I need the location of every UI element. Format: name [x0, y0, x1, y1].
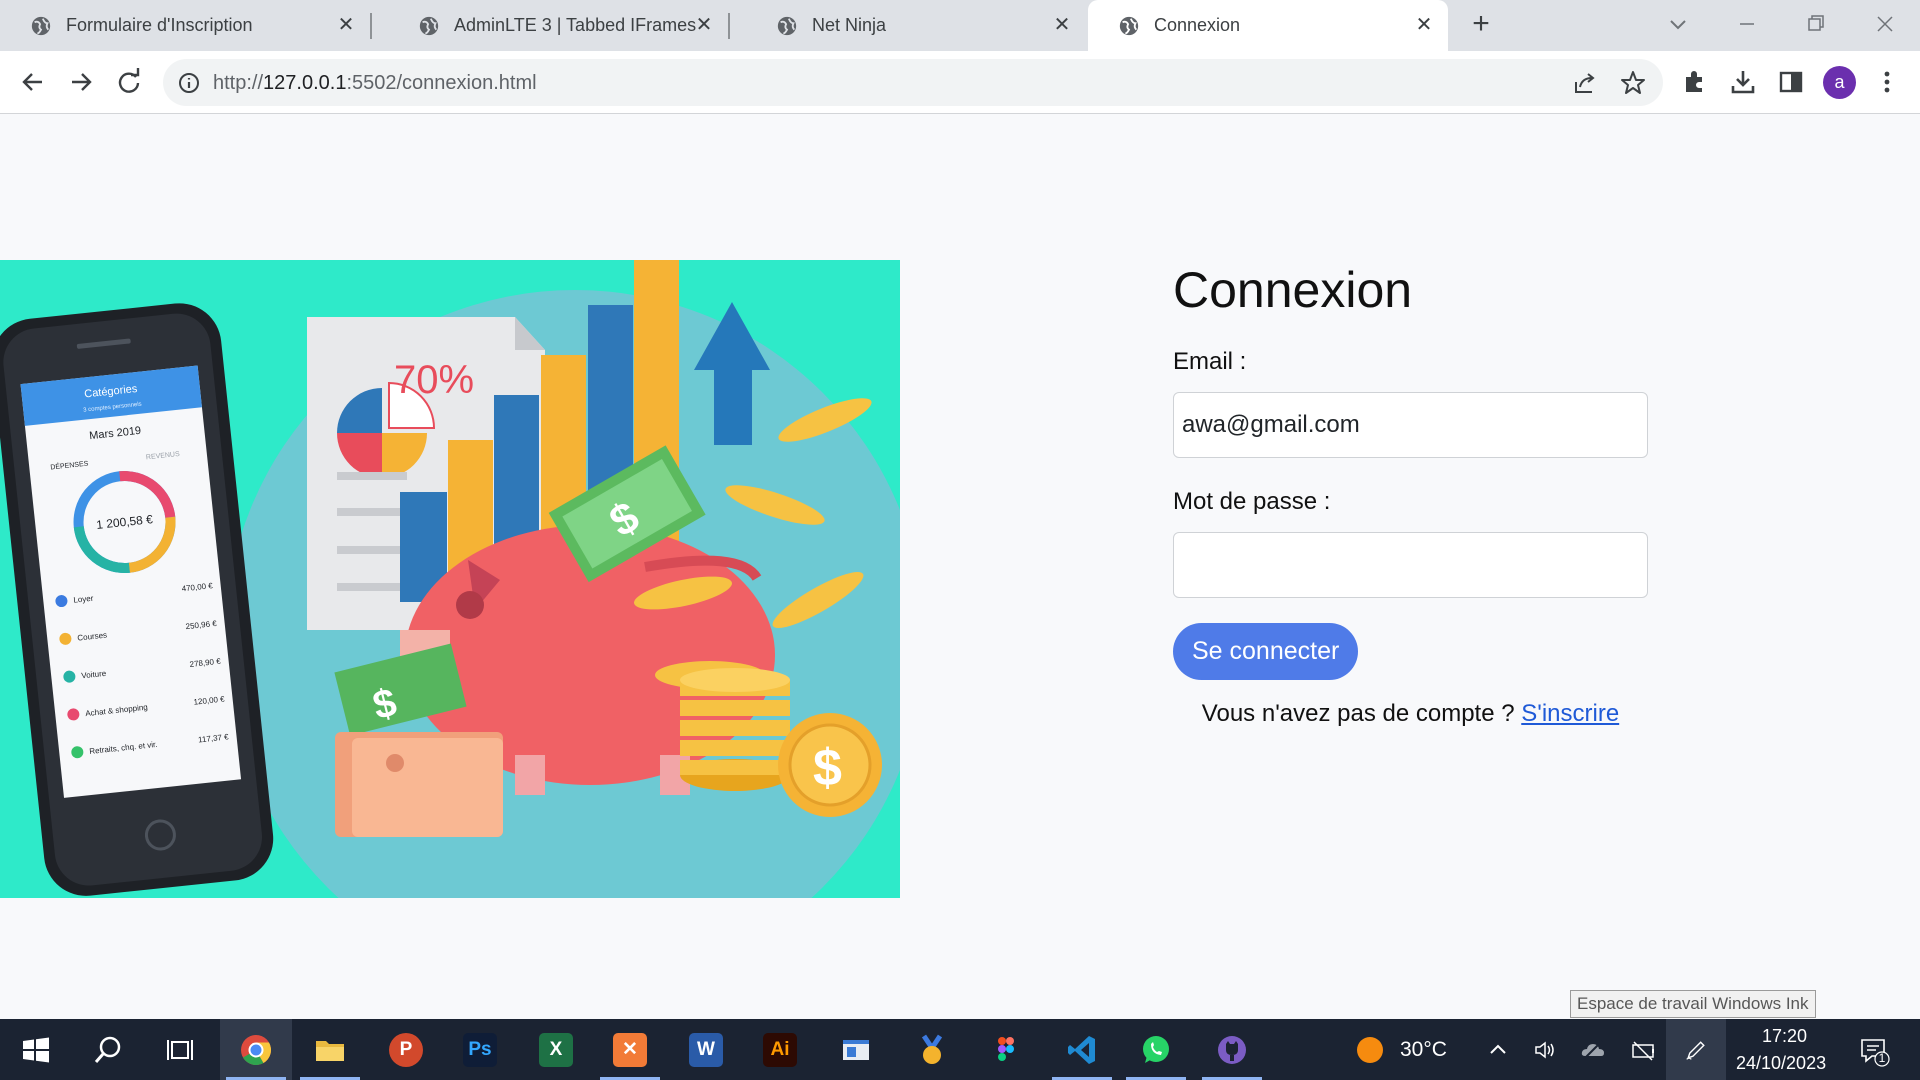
illustration-svg: 70% $ $ $ Catégories 3 comptes personnel… — [0, 260, 900, 898]
close-window-icon[interactable] — [1867, 6, 1903, 42]
illustrator-icon[interactable]: Ai — [744, 1019, 816, 1080]
tab-search-chevron-icon[interactable] — [1660, 6, 1696, 42]
percent-label: 70% — [394, 358, 474, 402]
globe-icon — [777, 16, 797, 35]
search-icon[interactable] — [72, 1019, 144, 1080]
tab-title: Net Ninja — [812, 15, 887, 35]
tab-adminlte[interactable]: AdminLTE 3 | Tabbed IFrames ✕ — [388, 0, 728, 51]
tab-formulaire[interactable]: Formulaire d'Inscription ✕ — [0, 0, 370, 51]
notification-count: 1 — [1878, 1051, 1886, 1065]
tab-close-icon[interactable]: ✕ — [1052, 15, 1072, 35]
signup-text: Vous n'avez pas de compte ? — [1201, 700, 1522, 727]
windows-taskbar: P Ps X ✕ W Ai 30°C 17:20 24/10/2023 1 — [0, 1019, 1920, 1080]
password-label: Mot de passe : — [1173, 488, 1331, 515]
tab-separator — [370, 13, 372, 39]
weather-temperature[interactable]: 30°C — [1400, 1038, 1447, 1062]
excel-icon[interactable]: X — [520, 1019, 592, 1080]
start-icon[interactable] — [0, 1019, 72, 1080]
extensions-icon[interactable] — [1678, 65, 1712, 99]
tab-connexion[interactable]: Connexion ✕ — [1088, 0, 1448, 51]
browser-toolbar: http://127.0.0.1:5502/connexion.html a — [0, 51, 1920, 114]
login-button[interactable]: Se connecter — [1173, 623, 1359, 680]
restore-icon[interactable] — [1798, 6, 1834, 42]
tab-separator — [728, 13, 730, 39]
notification-center-icon[interactable]: 1 — [1858, 1035, 1890, 1067]
tab-close-icon[interactable]: ✕ — [694, 15, 714, 35]
globe-icon — [419, 16, 439, 35]
tab-net-ninja[interactable]: Net Ninja ✕ — [746, 0, 1086, 51]
clock-time[interactable]: 17:20 — [1762, 1026, 1807, 1047]
email-label: Email : — [1173, 348, 1247, 375]
password-field[interactable] — [1173, 532, 1648, 598]
bookmark-star-icon[interactable] — [1618, 68, 1648, 98]
profile-avatar[interactable]: a — [1823, 66, 1856, 99]
clock-date[interactable]: 24/10/2023 — [1736, 1053, 1826, 1074]
tab-title: Connexion — [1154, 15, 1241, 35]
github-icon[interactable] — [1196, 1019, 1268, 1080]
whatsapp-icon[interactable] — [1120, 1019, 1192, 1080]
globe-icon — [31, 16, 51, 35]
svg-text:$: $ — [813, 739, 842, 797]
windows-ink-pen-icon[interactable] — [1666, 1019, 1726, 1080]
tab-close-icon[interactable]: ✕ — [336, 15, 356, 35]
url-path: :5502/connexion.html — [346, 72, 537, 94]
login-title: Connexion — [1173, 262, 1413, 318]
email-field[interactable] — [1173, 392, 1648, 458]
login-form: Connexion Email : Mot de passe : Se conn… — [1173, 260, 1648, 728]
smartphone: Catégories 3 comptes personnels Mars 201… — [0, 303, 274, 896]
side-panel-icon[interactable] — [1774, 65, 1808, 99]
show-hidden-icons-chevron-icon[interactable] — [1485, 1037, 1511, 1063]
onedrive-cloud-icon[interactable] — [1580, 1037, 1606, 1063]
word-icon[interactable]: W — [670, 1019, 742, 1080]
file-explorer-icon[interactable] — [294, 1019, 366, 1080]
reload-icon[interactable] — [112, 65, 146, 99]
minimize-icon[interactable] — [1729, 6, 1765, 42]
download-icon[interactable] — [1726, 65, 1760, 99]
new-tab-button[interactable]: + — [1466, 9, 1496, 40]
chrome-icon[interactable] — [220, 1019, 292, 1080]
url-text: http://127.0.0.1:5502/connexion.html — [213, 72, 537, 95]
site-info-icon[interactable] — [177, 71, 201, 95]
speaker-icon[interactable] — [1532, 1037, 1558, 1063]
globe-icon — [1119, 16, 1139, 35]
page-content: 70% $ $ $ Catégories 3 comptes personnel… — [0, 115, 1920, 1019]
browser-tabstrip: Formulaire d'Inscription ✕ AdminLTE 3 | … — [0, 0, 1920, 51]
tab-close-icon[interactable]: ✕ — [1414, 15, 1434, 35]
vscode-icon[interactable] — [1046, 1019, 1118, 1080]
signup-link[interactable]: S'inscrire — [1521, 700, 1619, 727]
xampp-icon[interactable]: ✕ — [594, 1019, 666, 1080]
finance-illustration: 70% $ $ $ Catégories 3 comptes personnel… — [0, 260, 900, 898]
address-bar[interactable]: http://127.0.0.1:5502/connexion.html — [163, 59, 1663, 106]
url-scheme: http:// — [213, 72, 264, 94]
signup-prompt: Vous n'avez pas de compte ? S'inscrire — [1173, 700, 1648, 728]
share-icon[interactable] — [1570, 68, 1600, 98]
photoshop-icon[interactable]: Ps — [444, 1019, 516, 1080]
tab-title: Formulaire d'Inscription — [66, 15, 253, 35]
browser-menu-icon[interactable] — [1870, 65, 1904, 99]
battery-network-icon[interactable] — [1630, 1037, 1656, 1063]
figma-icon[interactable] — [970, 1019, 1042, 1080]
url-host: 127.0.0.1 — [263, 72, 347, 94]
weather-sun-icon[interactable] — [1355, 1035, 1385, 1065]
task-view-icon[interactable] — [144, 1019, 216, 1080]
tab-title: AdminLTE 3 | Tabbed IFrames — [454, 15, 697, 35]
powerpoint-icon[interactable]: P — [370, 1019, 442, 1080]
back-icon[interactable] — [16, 65, 50, 99]
forward-icon[interactable] — [64, 65, 98, 99]
app-window-icon[interactable] — [820, 1019, 892, 1080]
windows-ink-tooltip: Espace de travail Windows Ink — [1570, 990, 1816, 1018]
medal-icon[interactable] — [896, 1019, 968, 1080]
